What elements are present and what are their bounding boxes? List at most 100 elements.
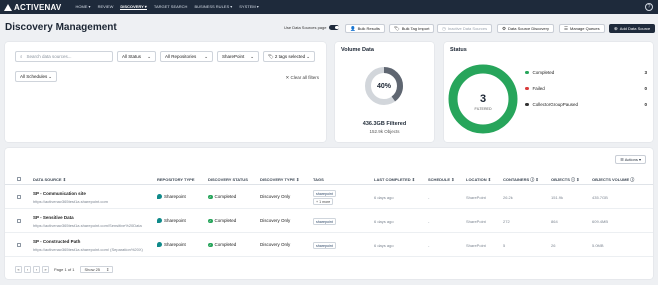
status-card: Status 3 FILTERED Completed 3 Failed 0 C… bbox=[444, 42, 653, 142]
app-logo[interactable]: ACTIVENAV bbox=[4, 3, 61, 12]
table-row[interactable]: SP - Constructed Path https://activenav3… bbox=[5, 234, 653, 257]
row-checkbox[interactable] bbox=[17, 219, 21, 223]
toggle-switch[interactable] bbox=[329, 25, 340, 30]
row-objects: 26 bbox=[551, 243, 556, 248]
status-filter[interactable]: All Status ⌄ bbox=[117, 51, 156, 62]
first-page-button[interactable]: « bbox=[15, 266, 22, 273]
row-volume: 5.0MB bbox=[592, 243, 604, 248]
last-page-button[interactable]: » bbox=[42, 266, 49, 273]
help-icon[interactable]: ? bbox=[645, 3, 653, 11]
add-data-source-button[interactable]: ⊕ Add Data Source bbox=[609, 24, 656, 33]
row-checkbox[interactable] bbox=[17, 243, 21, 247]
manage-queues-button[interactable]: ☰ Manage Queues bbox=[559, 24, 605, 33]
bulk-tag-import-button[interactable]: 🏷 Bulk Tag Import bbox=[389, 24, 435, 33]
status-completed-count: 3 bbox=[644, 70, 647, 75]
filters-card: ⌕ Search data sources... All Status ⌄ Al… bbox=[5, 42, 326, 142]
status-failed-count: 0 bbox=[644, 86, 647, 91]
data-sources-table-card: ☰ Actions ▾ DATA SOURCE ⇕ REPOSITORY TYP… bbox=[5, 148, 653, 279]
th-data-source[interactable]: DATA SOURCE ⇕ bbox=[33, 177, 66, 182]
sharepoint-filter[interactable]: SharePoint ⌄ bbox=[217, 51, 259, 62]
row-last-completed: 6 days ago bbox=[374, 243, 394, 248]
th-last-completed[interactable]: LAST COMPLETED ⇕ bbox=[374, 177, 415, 182]
paused-dot-icon bbox=[525, 102, 529, 107]
volume-data-card: Volume Data 40% 436.3GB Filtered 152.9k … bbox=[335, 42, 434, 142]
row-status-label: Completed bbox=[214, 242, 237, 247]
row-location: SharePoint bbox=[466, 219, 486, 224]
row-containers: 26.2k bbox=[503, 195, 513, 200]
sharepoint-icon bbox=[157, 218, 162, 224]
th-discovery-type[interactable]: DISCOVERY TYPE ⇕ bbox=[260, 177, 299, 182]
person-icon: 👤 bbox=[350, 25, 356, 31]
nav-review[interactable]: REVIEW bbox=[98, 4, 114, 10]
th-objects-volume[interactable]: OBJECTS VOLUME ⓘ bbox=[592, 177, 634, 183]
page-indicator: Page 1 of 1 bbox=[54, 267, 75, 272]
next-page-button[interactable]: › bbox=[33, 266, 40, 273]
volume-donut: 40% bbox=[365, 67, 403, 105]
row-repo-label: Sharepoint bbox=[164, 218, 186, 223]
nav-system[interactable]: SYSTEM ▾ bbox=[239, 4, 259, 10]
row-objects: 864 bbox=[551, 219, 558, 224]
data-source-discovery-label: Data Source Discovery bbox=[508, 26, 549, 31]
app-name: ACTIVENAV bbox=[14, 2, 62, 12]
status-completed[interactable]: Completed 3 bbox=[525, 70, 647, 75]
data-source-discovery-button[interactable]: ⚙ Data Source Discovery bbox=[497, 24, 554, 33]
nav-target-search[interactable]: TARGET SEARCH bbox=[154, 4, 188, 10]
row-tag[interactable]: sharepoint bbox=[313, 242, 336, 249]
repository-filter[interactable]: All Repositories ⌄ bbox=[160, 51, 213, 62]
row-status: ✓ Completed bbox=[208, 218, 236, 224]
row-name[interactable]: SP - Sensitive Data bbox=[33, 215, 74, 220]
inactive-data-sources-button[interactable]: ◷ Inactive Data Sources bbox=[437, 24, 493, 33]
th-discovery-status: DISCOVERY STATUS bbox=[208, 177, 248, 182]
page-size-select[interactable]: Show 25 ⇕ bbox=[80, 266, 114, 273]
row-tag-more[interactable]: + 1 more bbox=[313, 198, 334, 205]
toggle-label: Use Data Sources page bbox=[284, 25, 327, 30]
schedules-filter-value: All Schedules bbox=[20, 74, 48, 79]
actions-dropdown[interactable]: ☰ Actions ▾ bbox=[615, 155, 646, 164]
search-placeholder: Search data sources... bbox=[26, 54, 72, 59]
search-input[interactable]: ⌕ Search data sources... bbox=[15, 51, 113, 62]
row-tag[interactable]: sharepoint bbox=[313, 218, 336, 225]
data-sources-page-toggle[interactable]: Use Data Sources page bbox=[284, 25, 340, 30]
volume-title: Volume Data bbox=[341, 47, 374, 53]
row-name[interactable]: SP - Communication site bbox=[33, 191, 86, 196]
row-schedule: - bbox=[428, 243, 430, 248]
th-containers[interactable]: CONTAINERS ⓘ ⇕ bbox=[503, 177, 539, 183]
tags-filter-value: 2 tags selected bbox=[274, 54, 306, 59]
select-all-checkbox[interactable] bbox=[17, 177, 21, 181]
prev-page-button[interactable]: ‹ bbox=[24, 266, 31, 273]
nav-discovery[interactable]: DISCOVERY ▾ bbox=[120, 4, 147, 10]
table-row[interactable]: SP - Communication site https://activena… bbox=[5, 186, 653, 209]
page-title: Discovery Management bbox=[5, 22, 117, 33]
schedules-filter[interactable]: All Schedules ⌄ bbox=[15, 71, 57, 82]
chevron-down-icon: ⌄ bbox=[48, 73, 52, 79]
row-repo-type: Sharepoint bbox=[157, 218, 186, 224]
row-url: https://activenav365test1a.sharepoint.co… bbox=[33, 199, 108, 204]
row-location: SharePoint bbox=[466, 243, 486, 248]
th-location[interactable]: LOCATION ⇕ bbox=[466, 177, 491, 182]
row-checkbox[interactable] bbox=[17, 195, 21, 199]
nav-home[interactable]: HOME ▾ bbox=[75, 4, 90, 10]
table-row[interactable]: SP - Sensitive Data https://activenav365… bbox=[5, 210, 653, 233]
th-schedule[interactable]: SCHEDULE ⇕ bbox=[428, 177, 454, 182]
inactive-data-sources-label: Inactive Data Sources bbox=[447, 26, 488, 31]
row-name[interactable]: SP - Constructed Path bbox=[33, 239, 80, 244]
status-paused-count: 0 bbox=[644, 102, 647, 107]
check-circle-icon: ✓ bbox=[208, 218, 213, 224]
status-failed[interactable]: Failed 0 bbox=[525, 86, 647, 91]
row-volume: 435.7GB bbox=[592, 195, 608, 200]
row-tag[interactable]: sharepoint bbox=[313, 190, 336, 197]
th-objects[interactable]: OBJECTS ⓘ ⇕ bbox=[551, 177, 579, 183]
tag-icon: 🏷 bbox=[394, 25, 400, 31]
volume-percent: 40% bbox=[377, 83, 392, 90]
check-circle-icon: ✓ bbox=[208, 242, 213, 248]
bulk-results-button[interactable]: 👤 Bulk Results bbox=[345, 24, 385, 33]
row-status-label: Completed bbox=[214, 194, 237, 199]
row-containers: 272 bbox=[503, 219, 510, 224]
th-tags: TAGS bbox=[313, 177, 324, 182]
clear-filters-link[interactable]: ✕ Clear all filters bbox=[285, 75, 319, 81]
nav-business-rules[interactable]: BUSINESS RULES ▾ bbox=[194, 4, 232, 10]
gear-icon: ⚙ bbox=[502, 25, 507, 31]
row-containers: 5 bbox=[503, 243, 506, 248]
tags-filter[interactable]: 🏷 2 tags selected ⌄ bbox=[263, 51, 315, 62]
status-collector-paused[interactable]: CollectorGroupPaused 0 bbox=[525, 102, 647, 107]
